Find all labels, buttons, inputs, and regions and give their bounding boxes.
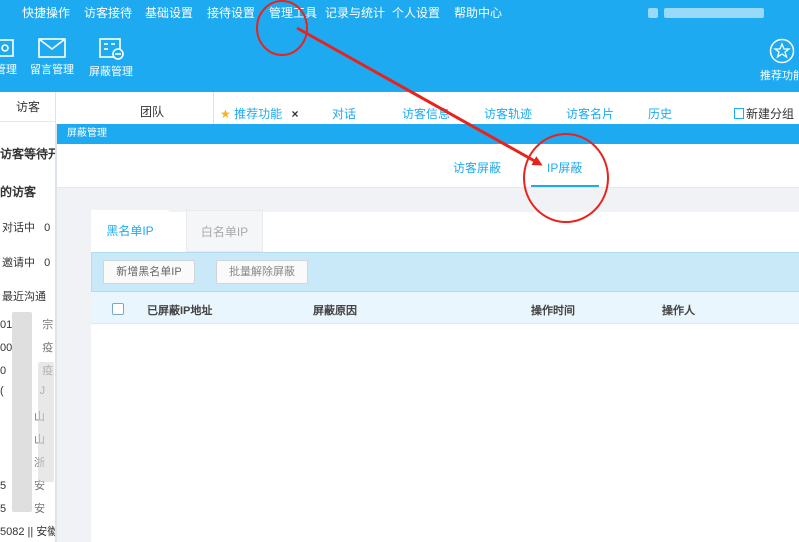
list-item-id: 5 <box>0 480 7 492</box>
recent-row[interactable]: 最近沟通 2 <box>2 288 55 304</box>
new-group-label: 新建分组 <box>746 107 795 121</box>
menu-quick-actions[interactable]: 快捷操作 <box>22 6 70 20</box>
inviting-label: 邀请中 <box>2 257 35 269</box>
message-management-button[interactable]: 留言管理 <box>30 38 74 77</box>
toolbar-partial-label: 管理 <box>0 64 17 76</box>
star-icon <box>769 38 795 64</box>
list-item-id: 5 <box>0 503 7 515</box>
waiting-label: 访客等待开始 <box>0 147 55 161</box>
recent-label: 最近沟通 <box>2 291 46 303</box>
account-blur <box>648 8 658 18</box>
tab-visitor-block[interactable]: 访客屏蔽 <box>453 159 501 176</box>
menu-basic-settings[interactable]: 基础设置 <box>145 6 193 20</box>
recommend-label: 推荐功能 <box>760 70 799 82</box>
table-header: 已屏蔽IP地址 屏蔽原因 操作时间 操作人 <box>91 292 799 324</box>
tab-visitor-track[interactable]: 访客轨迹 <box>484 105 532 122</box>
in-chat-row[interactable]: 对话中 0 <box>2 219 50 235</box>
menu-help-center[interactable]: 帮助中心 <box>454 6 502 20</box>
col-blocked-ip: 已屏蔽IP地址 <box>147 305 213 317</box>
batch-unblock-button[interactable]: 批量解除屏蔽 <box>216 260 308 284</box>
menu-records-stats[interactable]: 记录与统计 <box>325 6 385 20</box>
list-item-id: 01 <box>0 319 13 331</box>
group-list-icon <box>734 108 744 119</box>
manage-icon <box>0 39 14 57</box>
tab-chat[interactable]: 对话 <box>332 105 356 122</box>
menu-reception-settings[interactable]: 接待设置 <box>207 6 255 20</box>
new-group-button[interactable]: 新建分组 <box>734 105 794 122</box>
toolbar: 管理 留言管理 屏蔽管理 推荐功能 <box>0 28 799 92</box>
privacy-blur <box>38 362 54 482</box>
block-management-modal: 屏蔽管理 访客屏蔽 IP屏蔽 黑名单IP 白名单IP 新增黑名单IP 批量解除屏… <box>56 124 799 542</box>
menu-management-tools[interactable]: 管理工具 <box>269 6 317 20</box>
list-item-region: 宗 <box>42 319 54 331</box>
toolbar-partial-button[interactable]: 管理 <box>0 38 18 77</box>
add-blacklist-ip-button[interactable]: 新增黑名单IP <box>103 260 195 284</box>
tab-recommend-label: 推荐功能 <box>234 107 283 121</box>
tab-recommend[interactable]: ★ 推荐功能 × <box>220 105 298 122</box>
block-management-label: 屏蔽管理 <box>89 66 133 78</box>
tab-history[interactable]: 历史 <box>648 105 672 122</box>
modal-tabs: 访客屏蔽 IP屏蔽 <box>57 144 799 188</box>
envelope-icon <box>38 38 66 58</box>
recommend-button[interactable]: 推荐功能 <box>758 38 799 83</box>
subtab-blacklist-ip[interactable]: 黑名单IP <box>91 210 169 252</box>
block-list-icon <box>99 38 124 60</box>
top-menu-bar: 快捷操作 访客接待 基础设置 接待设置 管理工具 记录与统计 个人设置 帮助中心 <box>0 0 799 28</box>
list-item-id: 0 <box>0 365 7 377</box>
active-tab-indicator <box>531 185 599 187</box>
in-chat-label: 对话中 <box>2 222 35 234</box>
col-block-reason: 屏蔽原因 <box>313 305 357 317</box>
list-item-region: 安 <box>34 503 46 515</box>
action-bar: 新增黑名单IP 批量解除屏蔽 <box>91 252 799 292</box>
col-operator: 操作人 <box>662 305 695 317</box>
privacy-blur <box>12 312 32 512</box>
visitor-column-header: 访客 <box>0 92 55 122</box>
tab-visitor-card[interactable]: 访客名片 <box>566 105 614 122</box>
modal-title: 屏蔽管理 <box>57 124 799 144</box>
tab-ip-block[interactable]: IP屏蔽 <box>547 159 582 176</box>
visitors-label: 的访客 <box>0 185 37 199</box>
col-operation-time: 操作时间 <box>531 305 575 317</box>
tab-visitor-info[interactable]: 访客信息 <box>402 105 450 122</box>
subtab-whitelist-ip[interactable]: 白名单IP <box>186 210 263 252</box>
account-name-blur <box>664 8 764 18</box>
block-management-button[interactable]: 屏蔽管理 <box>89 38 133 79</box>
message-management-label: 留言管理 <box>30 64 74 76</box>
list-item-bottom[interactable]: 5082 || 安徽 <box>0 523 55 539</box>
menu-personal-settings[interactable]: 个人设置 <box>392 6 440 20</box>
list-item-region: 疫 <box>42 342 54 354</box>
menu-visitor-reception[interactable]: 访客接待 <box>84 6 132 20</box>
close-icon[interactable]: × <box>291 107 298 121</box>
inviting-count: 0 <box>44 257 51 269</box>
select-all-checkbox[interactable] <box>112 303 124 315</box>
list-item-id: 00 <box>0 342 13 354</box>
list-item-id: ( <box>0 385 4 397</box>
star-icon: ★ <box>220 107 231 121</box>
visitor-column: 访客 访客等待开始 的访客 对话中 0 邀请中 0 最近沟通 2 01宗 00疫… <box>0 92 56 542</box>
in-chat-count: 0 <box>44 222 51 234</box>
inviting-row[interactable]: 邀请中 0 <box>2 254 50 270</box>
